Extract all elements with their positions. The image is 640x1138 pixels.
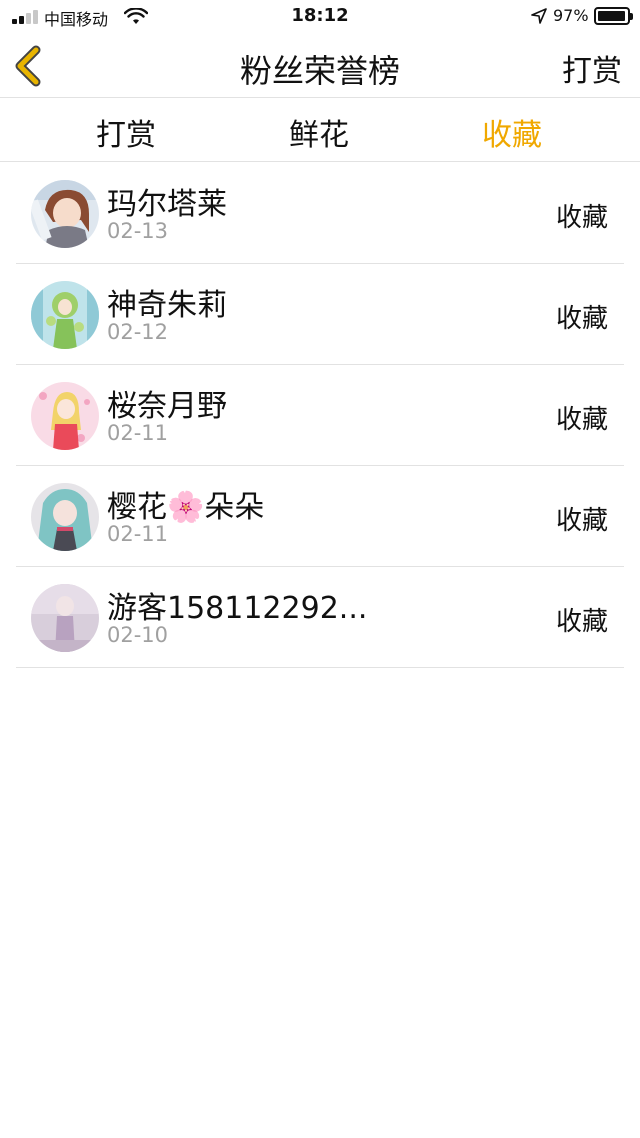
list-item[interactable]: 游客158112292... 02-10 收藏 (16, 567, 624, 668)
avatar (31, 180, 99, 248)
fan-name: 桜奈月野 (107, 389, 227, 424)
list-item[interactable]: 桜奈月野 02-11 收藏 (16, 365, 624, 466)
status-bar: 中国移动 18:12 97% (0, 0, 640, 34)
location-arrow-icon (531, 8, 547, 24)
fan-list: 玛尔塔莱 02-13 收藏 神奇朱莉 02-12 收藏 桜奈月野 02-11 收… (0, 163, 640, 668)
list-item[interactable]: 神奇朱莉 02-12 收藏 (16, 264, 624, 365)
tab-bar: 打赏 鲜花 收藏 (0, 98, 640, 162)
fan-name: 樱花🌸朵朵 (107, 490, 265, 525)
tab-flowers[interactable]: 鲜花 (239, 110, 399, 154)
avatar (31, 584, 99, 652)
avatar (31, 382, 99, 450)
fan-name: 玛尔塔莱 (107, 187, 227, 222)
fan-action-label: 收藏 (555, 405, 608, 435)
tab-favorites[interactable]: 收藏 (432, 110, 592, 154)
fan-action-label: 收藏 (555, 203, 608, 233)
fan-date: 02-13 (107, 219, 169, 243)
fan-action-label: 收藏 (555, 304, 608, 334)
fan-action-label: 收藏 (555, 506, 608, 536)
fan-name: 神奇朱莉 (107, 288, 227, 323)
avatar (31, 483, 99, 551)
navigation-bar: 粉丝荣誉榜 打赏 (0, 34, 640, 98)
fan-date: 02-10 (107, 623, 169, 647)
list-item[interactable]: 樱花🌸朵朵 02-11 收藏 (16, 466, 624, 567)
reward-button[interactable]: 打赏 (562, 46, 622, 90)
fan-date: 02-11 (107, 522, 169, 546)
fan-date: 02-11 (107, 421, 169, 445)
page-title: 粉丝荣誉榜 (239, 52, 400, 90)
fan-name: 游客158112292... (107, 591, 368, 626)
fan-date: 02-12 (107, 320, 169, 344)
battery-icon (594, 7, 633, 25)
fan-action-label: 收藏 (555, 607, 608, 637)
battery-percentage: 97% (553, 6, 589, 25)
list-item[interactable]: 玛尔塔莱 02-13 收藏 (16, 163, 624, 264)
avatar (31, 281, 99, 349)
tab-reward[interactable]: 打赏 (46, 110, 206, 154)
